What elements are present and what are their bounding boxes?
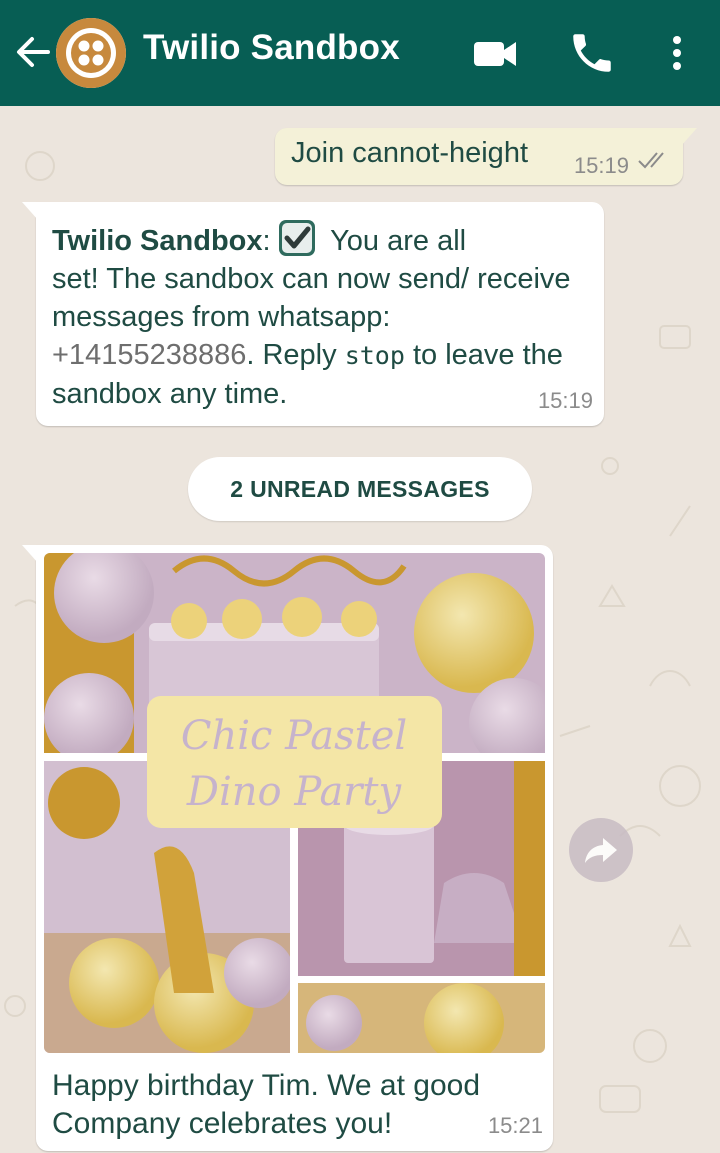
bubble-tail [681,128,697,146]
stop-keyword: stop [344,341,405,370]
incoming-message[interactable]: Twilio Sandbox: You are all set! The sand… [22,202,604,426]
back-arrow-icon[interactable] [12,30,52,74]
image-caption: Happy birthday Tim. We at good Company c… [52,1069,480,1140]
read-receipt-icon [638,152,664,169]
twilio-logo-avatar[interactable] [56,18,126,88]
incoming-image-message[interactable]: Chic Pastel Dino Party Happy birthday Ti… [22,545,553,1151]
reply-prefix: . Reply [246,339,345,371]
message-time: 15:21 [487,1113,543,1138]
message-text-line2: set! The sandbox can now send/ receive m… [52,263,571,333]
image-title-line1: Chic Pastel [181,713,407,759]
check-mark-emoji-icon [277,218,317,258]
sender-colon: : [262,225,271,257]
outgoing-message[interactable]: Join cannot-height 15:19 [275,128,697,185]
party-image[interactable]: Chic Pastel Dino Party [44,553,545,1053]
phone-call-icon[interactable] [567,28,617,78]
chat-title[interactable]: Twilio Sandbox [143,28,400,68]
message-text-line1: You are all [322,225,467,257]
bubble-tail [22,202,38,220]
forward-button[interactable] [569,818,633,882]
bubble-tail [22,545,38,563]
message-time: 15:19 [573,153,629,178]
image-title-line2: Dino Party [186,769,403,815]
message-body: Twilio Sandbox: You are all set! The sand… [52,218,592,413]
message-time: 15:19 [537,388,593,413]
message-text: Join cannot-height [291,137,528,169]
phone-number-link[interactable]: +14155238886 [52,339,246,371]
chat-header: Twilio Sandbox [0,0,720,106]
forward-arrow-icon [585,838,617,863]
unread-messages-divider: 2 UNREAD MESSAGES [188,457,532,521]
more-options-icon[interactable] [652,28,702,78]
sender-name: Twilio Sandbox [52,225,263,257]
video-call-icon[interactable] [470,28,520,78]
